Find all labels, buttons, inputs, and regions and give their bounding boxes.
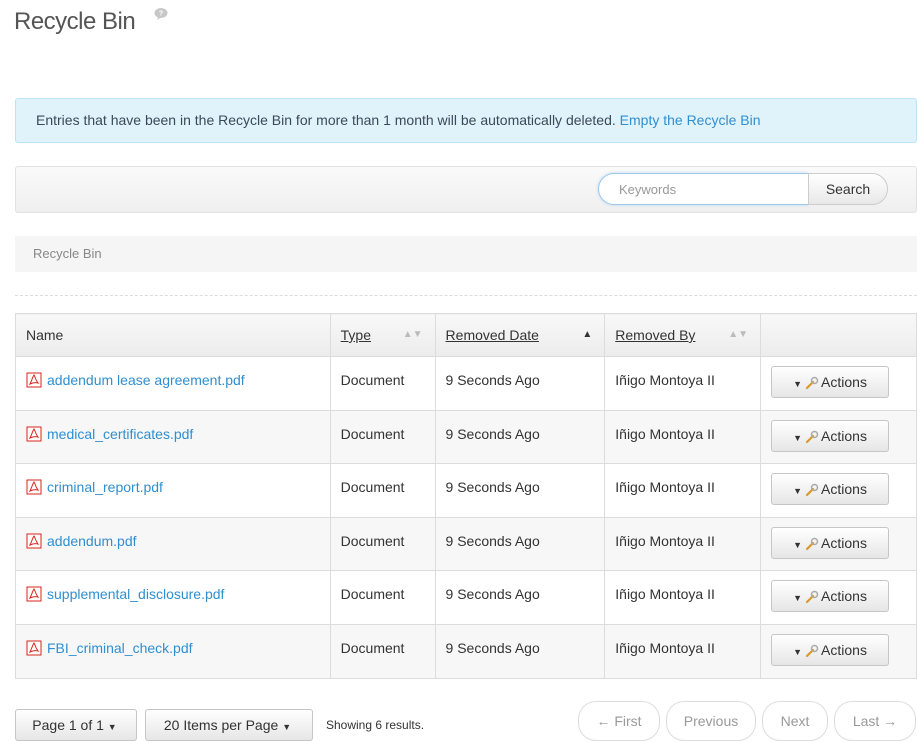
file-link[interactable]: FBI_criminal_check.pdf <box>47 640 193 656</box>
previous-page-button[interactable]: Previous <box>666 701 756 741</box>
removed-by-cell: Iñigo Montoya II <box>604 570 762 625</box>
search-toolbar: Search <box>15 166 917 213</box>
wrench-icon <box>805 644 819 658</box>
sort-unsorted-icon: ▲▼ <box>402 329 423 340</box>
actions-button[interactable]: ▼ Actions <box>771 419 890 452</box>
type-cell: Document <box>329 463 436 518</box>
actions-cell: ▼ Actions <box>760 409 917 465</box>
last-page-button[interactable]: Last → <box>834 701 916 741</box>
recycle-bin-table: Name Type ▲▼ Removed Date ▲ Removed By ▲… <box>15 313 917 679</box>
pdf-icon <box>26 426 42 442</box>
actions-button[interactable]: ▼ Actions <box>771 473 890 506</box>
actions-cell: ▼ Actions <box>760 356 917 411</box>
name-cell: FBI_criminal_check.pdf <box>15 623 331 679</box>
type-cell: Document <box>329 516 436 572</box>
actions-button[interactable]: ▼ Actions <box>771 366 890 398</box>
actions-button[interactable]: ▼ Actions <box>771 633 890 666</box>
column-header-removed-date[interactable]: Removed Date ▲ <box>434 313 606 357</box>
type-cell: Document <box>329 356 436 411</box>
page-selector-button[interactable]: Page 1 of 1 ▼ <box>15 709 137 741</box>
type-cell: Document <box>329 570 436 625</box>
page-header: Recycle Bin ? <box>14 8 168 36</box>
caret-down-icon: ▼ <box>793 432 803 443</box>
caret-down-icon: ▼ <box>793 379 803 389</box>
column-header-name: Name <box>15 313 331 357</box>
first-page-button[interactable]: ← First <box>578 701 660 741</box>
column-header-actions <box>760 313 917 357</box>
removed-by-cell: Iñigo Montoya II <box>604 623 762 679</box>
empty-recycle-bin-link[interactable]: Empty the Recycle Bin <box>620 112 761 128</box>
actions-cell: ▼ Actions <box>760 463 917 518</box>
table-row: addendum.pdf Document 9 Seconds Ago Iñig… <box>15 516 917 572</box>
table-row: medical_certificates.pdf Document 9 Seco… <box>15 409 917 465</box>
actions-button[interactable]: ▼ Actions <box>771 526 890 559</box>
help-bubble-icon[interactable]: ? <box>154 8 168 20</box>
caret-down-icon: ▼ <box>282 722 292 732</box>
file-link[interactable]: addendum.pdf <box>47 533 137 549</box>
actions-cell: ▼ Actions <box>760 516 917 572</box>
search-button[interactable]: Search <box>808 173 888 205</box>
name-cell: addendum lease agreement.pdf <box>15 356 331 411</box>
wrench-icon <box>805 483 819 497</box>
name-cell: addendum.pdf <box>15 516 331 572</box>
search-input[interactable] <box>598 173 808 205</box>
removed-date-cell: 9 Seconds Ago <box>434 463 606 518</box>
table-header-row: Name Type ▲▼ Removed Date ▲ Removed By ▲… <box>15 313 917 357</box>
caret-down-icon: ▼ <box>107 722 117 732</box>
file-link[interactable]: addendum lease agreement.pdf <box>47 372 245 388</box>
sort-ascending-icon: ▲ <box>582 329 593 340</box>
removed-by-cell: Iñigo Montoya II <box>604 516 762 572</box>
sort-unsorted-icon: ▲▼ <box>728 329 749 340</box>
removed-date-cell: 9 Seconds Ago <box>434 623 606 679</box>
removed-by-cell: Iñigo Montoya II <box>604 409 762 465</box>
wrench-icon <box>805 591 819 604</box>
removed-by-cell: Iñigo Montoya II <box>604 463 762 518</box>
pdf-icon <box>26 372 42 388</box>
next-page-button[interactable]: Next <box>762 701 828 741</box>
info-alert: Entries that have been in the Recycle Bi… <box>15 98 917 143</box>
pdf-icon <box>26 586 42 602</box>
removed-date-cell: 9 Seconds Ago <box>434 356 606 411</box>
alert-message: Entries that have been in the Recycle Bi… <box>36 112 616 128</box>
results-count: Showing 6 results. <box>326 718 425 732</box>
type-cell: Document <box>329 409 436 465</box>
file-link[interactable]: medical_certificates.pdf <box>47 426 193 442</box>
removed-date-cell: 9 Seconds Ago <box>434 516 606 572</box>
wrench-icon <box>805 376 819 390</box>
caret-down-icon: ▼ <box>793 486 803 497</box>
caret-down-icon: ▼ <box>793 539 803 550</box>
table-row: criminal_report.pdf Document 9 Seconds A… <box>15 463 917 518</box>
pdf-icon <box>26 533 42 549</box>
type-cell: Document <box>329 623 436 679</box>
breadcrumb: Recycle Bin <box>15 236 917 272</box>
page-title: Recycle Bin <box>14 8 136 35</box>
column-header-removed-by[interactable]: Removed By ▲▼ <box>604 313 762 357</box>
caret-down-icon: ▼ <box>793 646 803 657</box>
file-link[interactable]: criminal_report.pdf <box>47 479 163 495</box>
name-cell: medical_certificates.pdf <box>15 409 331 465</box>
caret-down-icon: ▼ <box>793 593 803 604</box>
wrench-icon <box>805 537 819 550</box>
column-header-type[interactable]: Type ▲▼ <box>329 313 436 357</box>
actions-cell: ▼ Actions <box>760 570 917 625</box>
wrench-icon <box>805 430 819 443</box>
removed-by-cell: Iñigo Montoya II <box>604 356 762 411</box>
name-cell: criminal_report.pdf <box>15 463 331 518</box>
divider <box>15 295 917 296</box>
actions-cell: ▼ Actions <box>760 623 917 679</box>
removed-date-cell: 9 Seconds Ago <box>434 409 606 465</box>
removed-date-cell: 9 Seconds Ago <box>434 570 606 625</box>
pdf-icon <box>26 479 42 495</box>
items-per-page-button[interactable]: 20 Items per Page ▼ <box>145 709 313 741</box>
pdf-icon <box>26 640 42 656</box>
table-row: supplemental_disclosure.pdf Document 9 S… <box>15 570 917 625</box>
table-row: addendum lease agreement.pdf Document 9 … <box>15 356 917 411</box>
svg-text:?: ? <box>159 11 163 18</box>
name-cell: supplemental_disclosure.pdf <box>15 570 331 625</box>
file-link[interactable]: supplemental_disclosure.pdf <box>47 586 224 602</box>
table-row: FBI_criminal_check.pdf Document 9 Second… <box>15 623 917 679</box>
actions-button[interactable]: ▼ Actions <box>771 580 890 613</box>
